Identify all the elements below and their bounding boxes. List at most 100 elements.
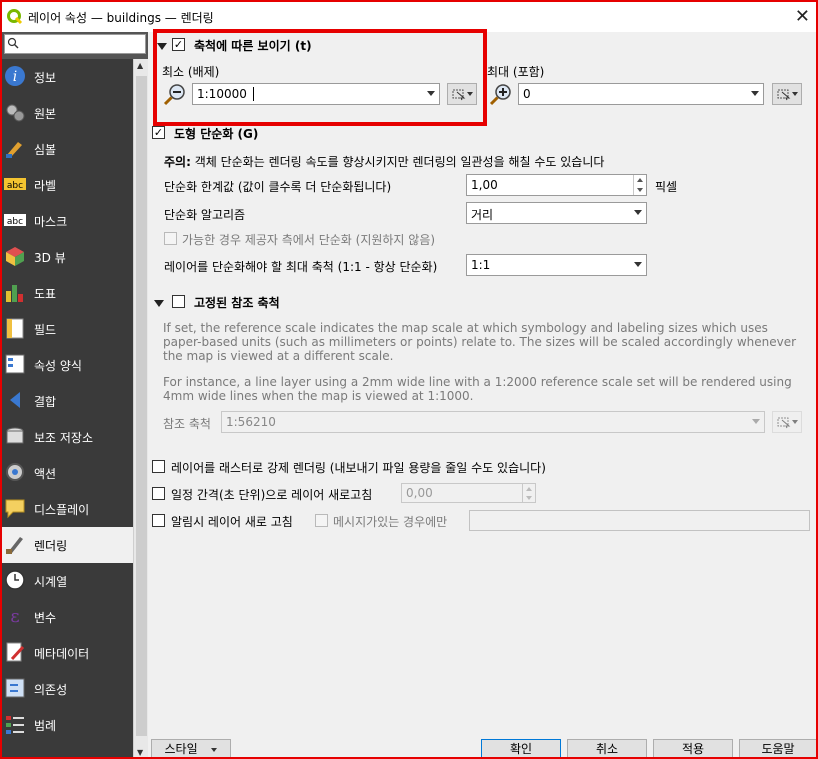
sidebar-item-label: 도표 xyxy=(34,287,57,301)
only-message-checkbox[interactable] xyxy=(315,514,328,527)
threshold-spinbox[interactable]: 1,00 xyxy=(466,174,647,196)
note-bold: 주의: xyxy=(164,155,191,169)
provider-simplify-label: 가능한 경우 제공자 측에서 단순화 (지원하지 않음) xyxy=(182,233,436,247)
max-scale-combo[interactable]: 0 xyxy=(518,83,764,105)
notification-message-input[interactable] xyxy=(469,510,810,531)
sidebar-list: i 정보원본심볼 abc 라벨 abc 마스크 3D 뷰도표필드속성 양식결합 보조 저장소액… xyxy=(2,59,133,757)
window-title: 레이어 속성 — buildings — 렌더링 xyxy=(28,11,214,25)
refresh-interval-spinbox[interactable]: 0,00 xyxy=(401,483,536,503)
reference-scale-checkbox[interactable] xyxy=(172,295,185,308)
search-input[interactable] xyxy=(4,34,146,54)
sidebar-item[interactable]: i 정보 xyxy=(2,59,133,95)
spin-down-icon[interactable] xyxy=(522,493,535,502)
info-icon: i xyxy=(5,66,25,86)
sidebar-item-label: 라벨 xyxy=(34,179,57,193)
reference-scale-value-label: 참조 축척 xyxy=(163,417,211,431)
style-menu-button[interactable]: 스타일 xyxy=(151,739,231,757)
joins-icon xyxy=(10,392,20,408)
diagram-icon xyxy=(6,285,23,302)
reference-scale-label: 고정된 참조 축척 xyxy=(194,296,280,310)
highlight-box xyxy=(153,29,487,126)
threshold-label: 단순화 한계값 (값이 클수록 더 단순화됩니다) xyxy=(164,180,392,194)
cancel-button[interactable]: 취소 xyxy=(567,739,647,757)
map-pointer-icon xyxy=(777,89,791,101)
map-pointer-icon xyxy=(777,417,791,429)
reference-scale-combo[interactable]: 1:56210 xyxy=(221,411,765,433)
svg-text:i: i xyxy=(13,69,17,85)
help-button[interactable]: 도움말 xyxy=(739,739,816,757)
legend-icon xyxy=(6,716,24,734)
sidebar-item[interactable]: 범례 xyxy=(2,707,133,743)
sidebar-item[interactable]: 디스플레이 xyxy=(2,491,133,527)
sidebar-item-label: 원본 xyxy=(34,107,57,121)
sidebar-item[interactable]: 시계열 xyxy=(2,563,133,599)
algorithm-combo[interactable]: 거리 xyxy=(466,202,647,224)
sidebar-item-label: 시계열 xyxy=(34,575,68,589)
sidebar-item-label: 마스크 xyxy=(34,215,68,229)
close-icon[interactable]: ✕ xyxy=(795,6,810,27)
sidebar-item[interactable]: 렌더링 xyxy=(2,527,133,563)
sidebar-item[interactable]: 액션 xyxy=(2,455,133,491)
chevron-down-icon xyxy=(634,262,642,267)
ok-button[interactable]: 확인 xyxy=(481,739,561,757)
scroll-up-icon[interactable]: ▲ xyxy=(137,61,143,70)
chevron-down-icon xyxy=(792,420,798,424)
sidebar-item[interactable]: ε 변수 xyxy=(2,599,133,635)
sidebar-item-label: 렌더링 xyxy=(34,539,68,553)
rendering-brush-icon xyxy=(6,537,23,554)
sidebar-item[interactable]: 속성 양식 xyxy=(2,347,133,383)
reference-scale-set-from-map-button[interactable] xyxy=(772,411,802,433)
sidebar-item-label: 액션 xyxy=(34,467,57,481)
svg-text:abc: abc xyxy=(7,181,23,191)
simplify-checkbox[interactable]: ✓ xyxy=(152,126,165,139)
chevron-down-icon xyxy=(792,92,798,96)
refresh-interval-checkbox[interactable] xyxy=(152,487,165,500)
svg-text:abc: abc xyxy=(7,217,23,227)
provider-simplify-checkbox[interactable] xyxy=(164,232,177,245)
sidebar-item-label: 3D 뷰 xyxy=(34,251,66,265)
simplify-label: 도형 단순화 (G) xyxy=(174,127,259,141)
sidebar-item[interactable]: 의존성 xyxy=(2,671,133,707)
max-scale-set-from-map-button[interactable] xyxy=(772,83,802,105)
source-gears-icon xyxy=(6,104,25,122)
sidebar-item[interactable]: 메타데이터 xyxy=(2,635,133,671)
sidebar-item[interactable]: 심볼 xyxy=(2,131,133,167)
chevron-down-icon xyxy=(211,747,218,752)
zoom-in-icon[interactable] xyxy=(488,82,514,108)
sidebar-item[interactable]: 보조 저장소 xyxy=(2,419,133,455)
sidebar-item[interactable]: abc 마스크 xyxy=(2,203,133,239)
sidebar-item[interactable]: 필드 xyxy=(2,311,133,347)
max-scale-label: 최대 (포함) xyxy=(487,65,545,79)
apply-button[interactable]: 적용 xyxy=(653,739,733,757)
chevron-down-icon xyxy=(634,210,642,215)
reference-scale-description: If set, the reference scale indicates th… xyxy=(163,321,797,363)
sidebar-item[interactable]: 원본 xyxy=(2,95,133,131)
attributes-form-icon xyxy=(5,354,25,374)
svg-text:ε: ε xyxy=(10,606,19,627)
sidebar-item-label: 속성 양식 xyxy=(34,359,82,373)
spin-down-icon[interactable] xyxy=(633,185,646,195)
scrollbar-thumb[interactable] xyxy=(136,76,147,736)
sidebar-item[interactable]: 3D 뷰 xyxy=(2,239,133,275)
scroll-down-icon[interactable]: ▼ xyxy=(137,748,143,757)
search-icon xyxy=(7,37,19,49)
refresh-interval-label: 일정 간격(초 단위)으로 레이어 새로고침 xyxy=(171,488,373,502)
max-simplify-scale-combo[interactable]: 1:1 xyxy=(466,254,647,276)
spin-up-icon[interactable] xyxy=(633,175,646,185)
dependencies-icon xyxy=(5,678,25,698)
only-message-label: 메시지가있는 경우에만 xyxy=(333,515,448,529)
sidebar-item-label: 심볼 xyxy=(34,143,57,157)
sidebar-item[interactable]: abc 라벨 xyxy=(2,167,133,203)
sidebar-scrollbar[interactable]: ▲ ▼ xyxy=(133,59,148,757)
sidebar-item[interactable]: 결합 xyxy=(2,383,133,419)
threshold-unit: 픽셀 xyxy=(655,180,678,194)
sidebar-item[interactable]: 도표 xyxy=(2,275,133,311)
refresh-on-notify-checkbox[interactable] xyxy=(152,514,165,527)
force-raster-checkbox[interactable] xyxy=(152,460,165,473)
force-raster-label: 레이어를 래스터로 강제 렌더링 (내보내기 파일 용량을 줄일 수도 있습니다… xyxy=(171,461,546,475)
style-button-label: 스타일 xyxy=(164,742,198,756)
variables-epsilon-icon: ε xyxy=(10,606,19,627)
collapse-arrow-icon[interactable] xyxy=(154,300,164,307)
sidebar-item-label: 의존성 xyxy=(34,683,68,697)
spin-up-icon[interactable] xyxy=(522,484,535,493)
